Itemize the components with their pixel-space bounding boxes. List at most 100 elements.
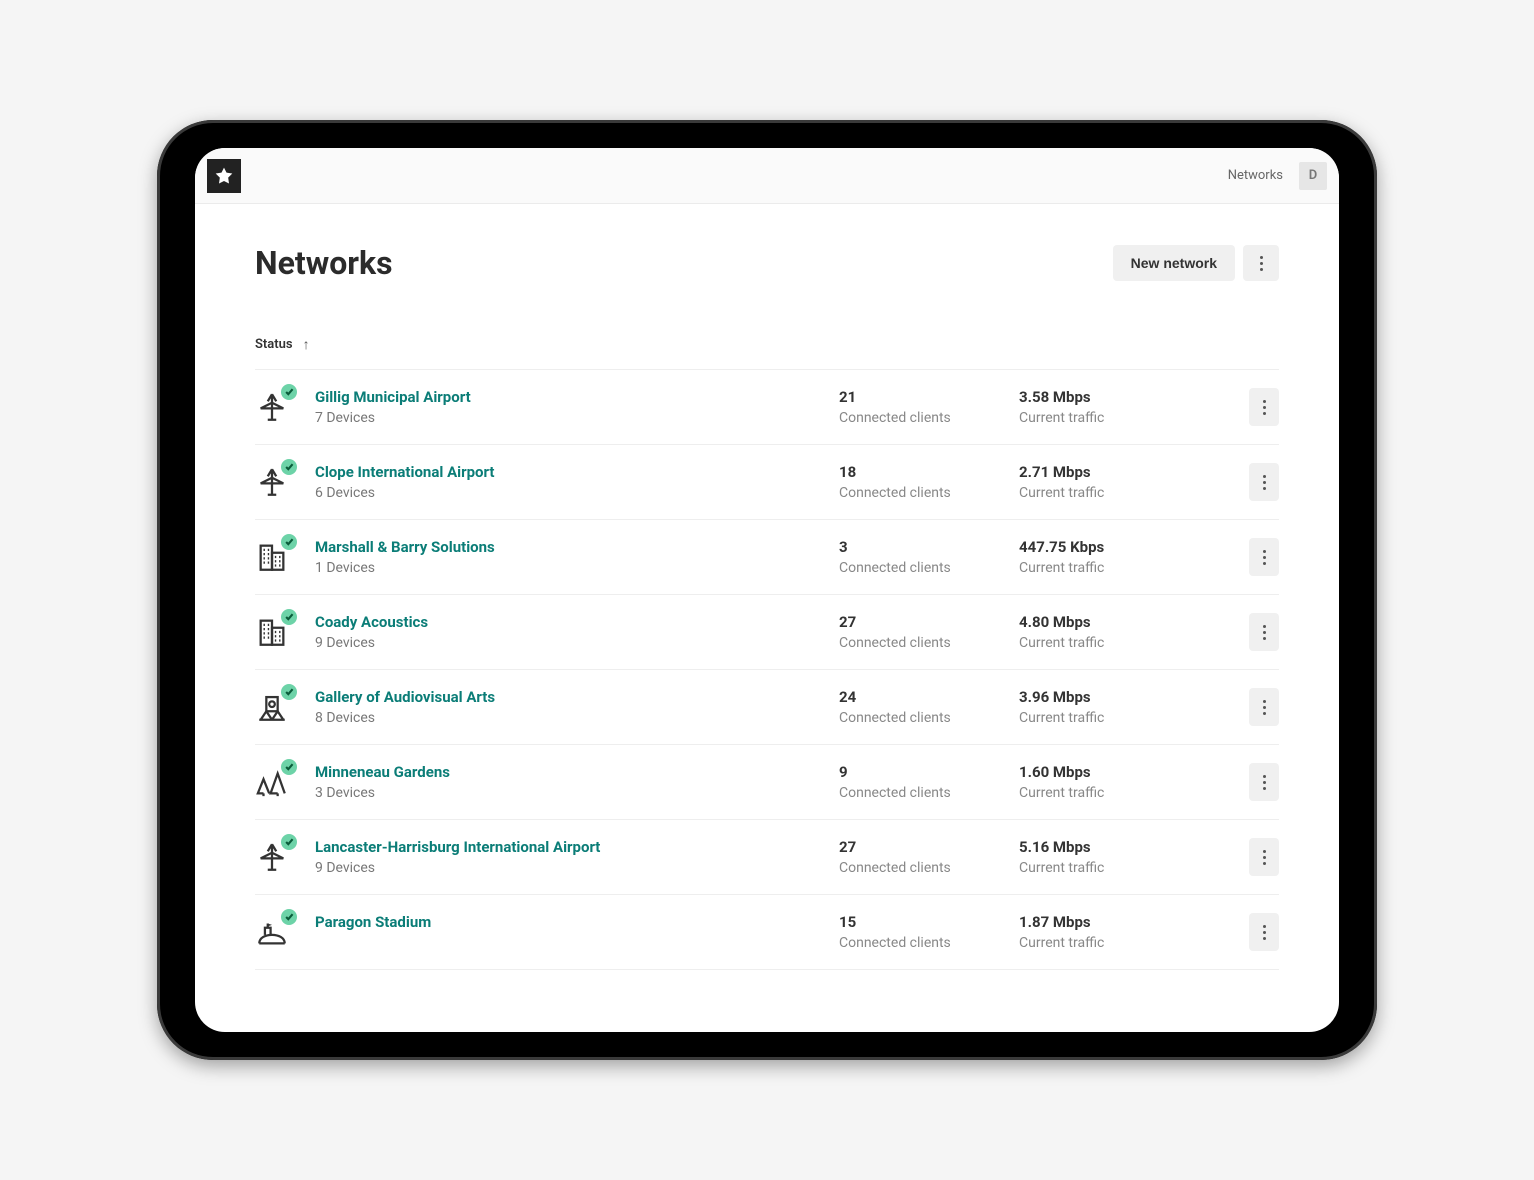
row-overflow-button[interactable] [1249,463,1279,501]
row-overflow-button[interactable] [1249,838,1279,876]
status-ok-badge [281,609,297,625]
connected-clients-label: Connected clients [839,710,1019,726]
connected-clients-label: Connected clients [839,935,1019,951]
current-traffic-label: Current traffic [1019,710,1219,726]
device-count: 9 Devices [315,635,839,651]
page-overflow-button[interactable] [1243,245,1279,281]
row-overflow-button[interactable] [1249,763,1279,801]
network-name-link[interactable]: Clope International Airport [315,463,839,481]
device-count: 3 Devices [315,785,839,801]
status-ok-badge [281,684,297,700]
tablet-frame: Networks D Networks New network Status ↑ [157,120,1377,1060]
more-vertical-icon [1263,550,1266,565]
status-ok-badge [281,459,297,475]
current-traffic-value: 3.58 Mbps [1019,388,1219,406]
app-logo[interactable] [207,159,241,193]
screen: Networks D Networks New network Status ↑ [195,148,1339,1032]
current-traffic-value: 447.75 Kbps [1019,538,1219,556]
avatar[interactable]: D [1299,162,1327,190]
current-traffic-label: Current traffic [1019,410,1219,426]
connected-clients-value: 9 [839,763,1019,781]
topbar: Networks D [195,148,1339,204]
current-traffic-value: 3.96 Mbps [1019,688,1219,706]
network-type-icon [255,615,291,651]
network-name-link[interactable]: Marshall & Barry Solutions [315,538,839,556]
network-type-icon [255,465,291,501]
arrow-up-icon: ↑ [303,336,310,353]
network-name-link[interactable]: Lancaster-Harrisburg International Airpo… [315,838,839,856]
network-name-link[interactable]: Gallery of Audiovisual Arts [315,688,839,706]
more-vertical-icon [1260,256,1263,271]
network-type-icon [255,915,291,951]
connected-clients-value: 15 [839,913,1019,931]
row-overflow-button[interactable] [1249,613,1279,651]
page-content: Networks New network Status ↑ [195,204,1339,1032]
current-traffic-value: 5.16 Mbps [1019,838,1219,856]
connected-clients-label: Connected clients [839,485,1019,501]
network-type-icon [255,840,291,876]
more-vertical-icon [1263,775,1266,790]
status-ok-badge [281,909,297,925]
network-name-link[interactable]: Gillig Municipal Airport [315,388,839,406]
network-row: Marshall & Barry Solutions 1 Devices 3 C… [255,520,1279,595]
network-name-link[interactable]: Minneneau Gardens [315,763,839,781]
more-vertical-icon [1263,625,1266,640]
device-count: 1 Devices [315,560,839,576]
more-vertical-icon [1263,700,1266,715]
logo-icon [214,166,234,186]
network-row: Gallery of Audiovisual Arts 8 Devices 24… [255,670,1279,745]
current-traffic-label: Current traffic [1019,935,1219,951]
network-type-icon [255,390,291,426]
connected-clients-value: 18 [839,463,1019,481]
network-name-link[interactable]: Paragon Stadium [315,913,839,931]
current-traffic-label: Current traffic [1019,860,1219,876]
network-row: Lancaster-Harrisburg International Airpo… [255,820,1279,895]
status-column-label: Status [255,337,293,352]
connected-clients-value: 27 [839,613,1019,631]
row-overflow-button[interactable] [1249,538,1279,576]
status-ok-badge [281,384,297,400]
current-traffic-value: 1.60 Mbps [1019,763,1219,781]
connected-clients-value: 24 [839,688,1019,706]
device-count: 6 Devices [315,485,839,501]
current-traffic-value: 1.87 Mbps [1019,913,1219,931]
network-row: Clope International Airport 6 Devices 18… [255,445,1279,520]
device-count: 8 Devices [315,710,839,726]
page-title: Networks [255,244,393,282]
nav-networks-link[interactable]: Networks [1228,168,1283,183]
page-header: Networks New network [255,244,1279,282]
connected-clients-value: 3 [839,538,1019,556]
more-vertical-icon [1263,850,1266,865]
status-ok-badge [281,534,297,550]
current-traffic-label: Current traffic [1019,485,1219,501]
connected-clients-label: Connected clients [839,785,1019,801]
status-ok-badge [281,834,297,850]
network-type-icon [255,690,291,726]
more-vertical-icon [1263,400,1266,415]
more-vertical-icon [1263,475,1266,490]
connected-clients-value: 27 [839,838,1019,856]
row-overflow-button[interactable] [1249,388,1279,426]
network-name-link[interactable]: Coady Acoustics [315,613,839,631]
status-ok-badge [281,759,297,775]
row-overflow-button[interactable] [1249,688,1279,726]
connected-clients-label: Connected clients [839,410,1019,426]
current-traffic-label: Current traffic [1019,560,1219,576]
current-traffic-value: 4.80 Mbps [1019,613,1219,631]
network-type-icon [255,540,291,576]
network-row: Gillig Municipal Airport 7 Devices 21 Co… [255,370,1279,445]
list-sort-header[interactable]: Status ↑ [255,336,1279,370]
network-row: Paragon Stadium 15 Connected clients 1.8… [255,895,1279,970]
more-vertical-icon [1263,925,1266,940]
row-overflow-button[interactable] [1249,913,1279,951]
network-row: Coady Acoustics 9 Devices 27 Connected c… [255,595,1279,670]
connected-clients-value: 21 [839,388,1019,406]
current-traffic-label: Current traffic [1019,785,1219,801]
network-row: Minneneau Gardens 3 Devices 9 Connected … [255,745,1279,820]
current-traffic-value: 2.71 Mbps [1019,463,1219,481]
connected-clients-label: Connected clients [839,560,1019,576]
device-count: 7 Devices [315,410,839,426]
new-network-button[interactable]: New network [1113,245,1235,281]
connected-clients-label: Connected clients [839,860,1019,876]
connected-clients-label: Connected clients [839,635,1019,651]
